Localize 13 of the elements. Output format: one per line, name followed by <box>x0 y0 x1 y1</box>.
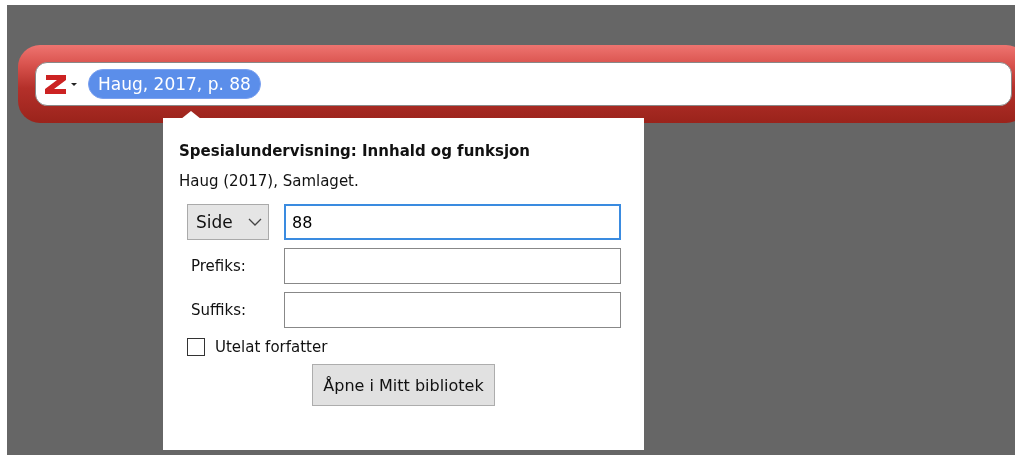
locator-input[interactable]: 88 <box>284 204 621 240</box>
checkbox[interactable] <box>187 338 205 356</box>
locator-dropdown[interactable]: Side <box>187 204 269 240</box>
logo-dropdown-icon[interactable] <box>44 73 80 95</box>
text-input[interactable] <box>284 248 621 284</box>
field-label: Suffiks: <box>190 301 248 319</box>
item-title: Spesialundervisning: Innhald og funksjon <box>179 142 532 160</box>
item-summary: Haug (2017), Samlaget. <box>179 172 360 190</box>
chevron-down-icon <box>248 217 262 227</box>
field-label: Prefiks: <box>190 257 247 275</box>
text-input[interactable] <box>284 292 621 328</box>
checkbox-label: Utelat forfatter <box>215 338 328 356</box>
open-in-library-button[interactable]: Åpne i Mitt bibliotek <box>312 364 495 406</box>
